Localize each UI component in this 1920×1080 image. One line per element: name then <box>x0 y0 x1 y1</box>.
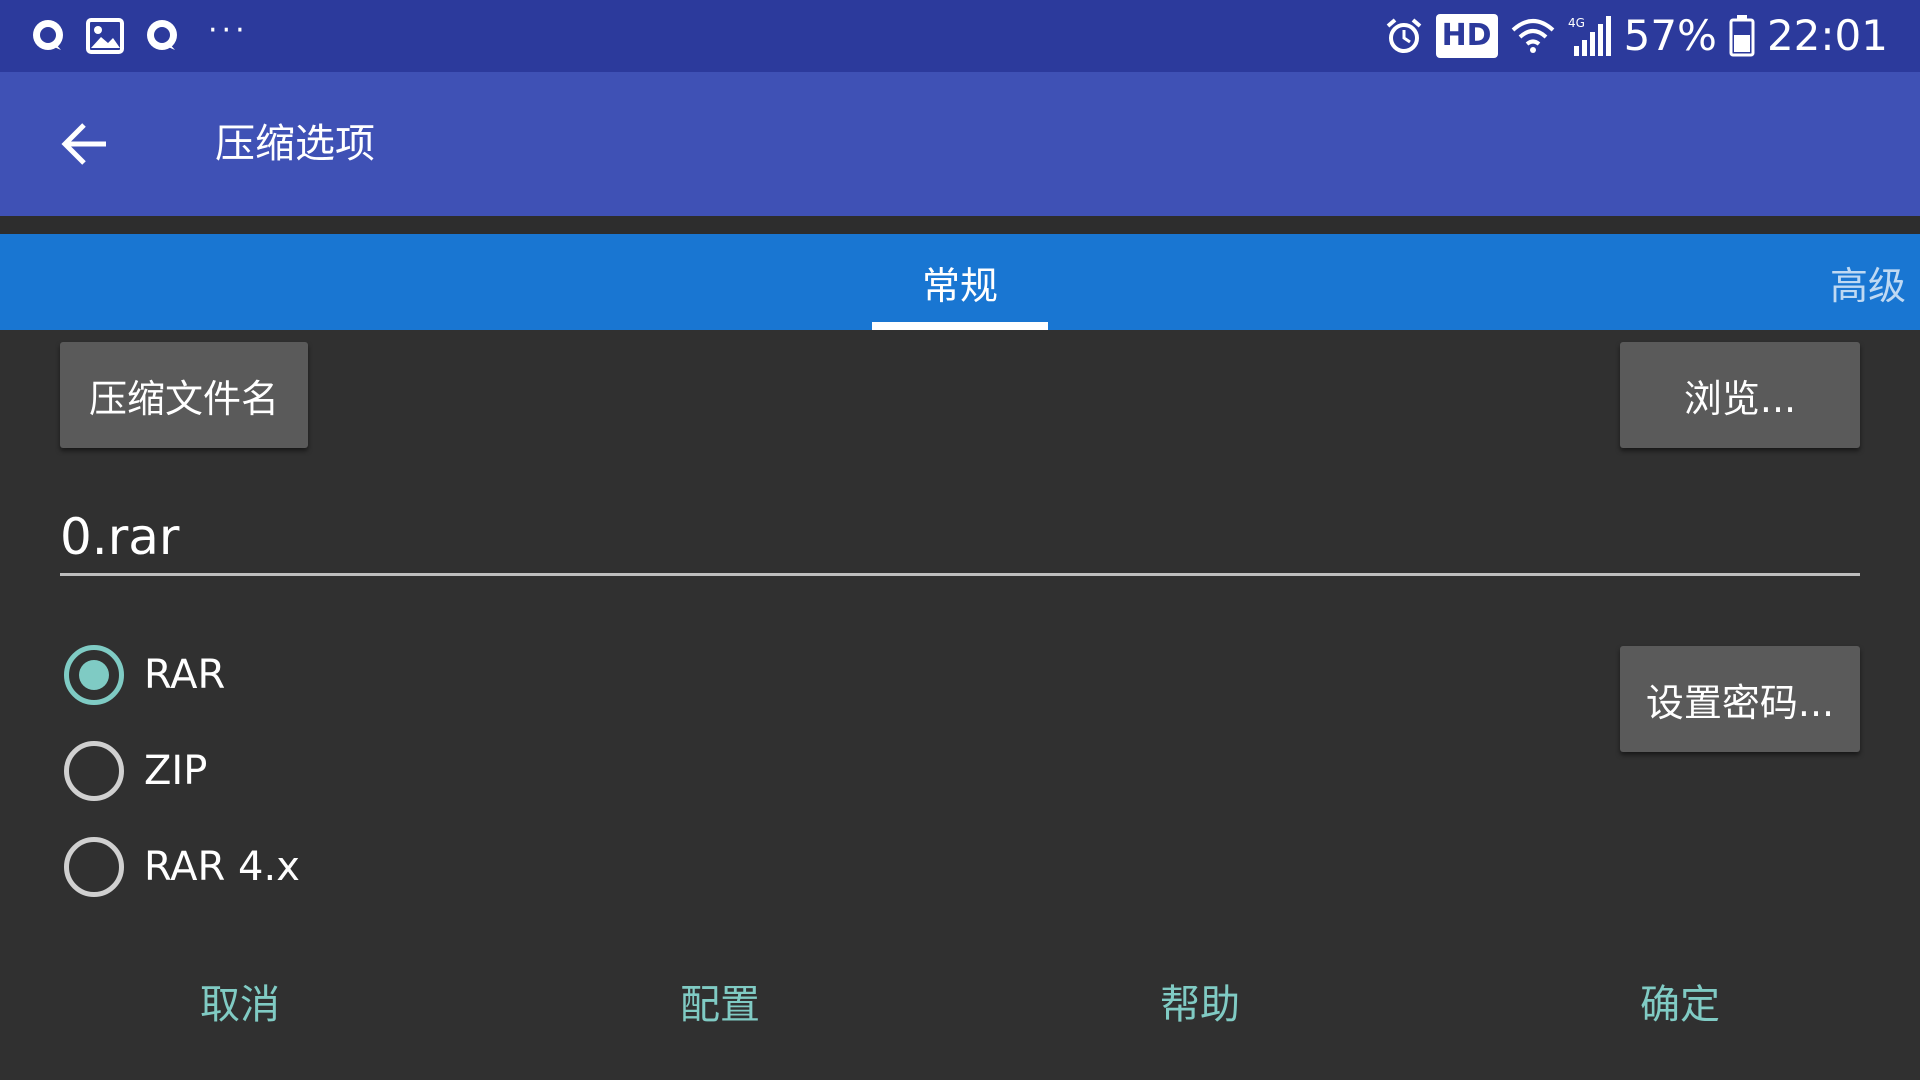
format-option-zip[interactable]: ZIP <box>64 739 207 803</box>
radio-button[interactable] <box>64 741 124 801</box>
app-bar: 压缩选项 <box>0 72 1920 216</box>
hd-voice-badge: HD <box>1435 14 1498 58</box>
more-notifications-icon: ··· <box>208 13 249 48</box>
clock: 22:01 <box>1766 11 1888 60</box>
status-bar: ··· HD 4G 57% 22:01 <box>0 0 1920 72</box>
radio-button[interactable] <box>64 837 124 897</box>
tab-label: 常规 <box>921 263 998 308</box>
cancel-button[interactable]: 取消 <box>120 966 360 1036</box>
alarm-icon <box>1384 16 1424 56</box>
tab-general[interactable]: 常规 <box>872 234 1048 330</box>
tab-label: 高级 <box>1830 263 1907 308</box>
radio-label: RAR <box>144 652 226 698</box>
tab-bar: 常规 高级 <box>0 234 1920 330</box>
arrow-left-icon <box>61 123 106 165</box>
tab-selected-indicator <box>872 322 1048 330</box>
radio-button-checked[interactable] <box>64 645 124 705</box>
tab-advanced[interactable]: 高级 <box>1830 234 1920 330</box>
wifi-icon <box>1510 16 1556 56</box>
format-option-rar[interactable]: RAR <box>64 643 225 707</box>
profiles-button[interactable]: 配置 <box>600 966 840 1036</box>
radio-label: RAR 4.x <box>144 844 300 890</box>
notification-icons: ··· <box>28 12 249 60</box>
format-option-rar4[interactable]: RAR 4.x <box>64 835 300 899</box>
browse-button[interactable]: 浏览... <box>1620 342 1860 448</box>
ok-button[interactable]: 确定 <box>1560 966 1800 1036</box>
battery-icon <box>1729 15 1755 57</box>
system-status: HD 4G 57% 22:01 <box>1384 10 1888 62</box>
help-button[interactable]: 帮助 <box>1080 966 1320 1036</box>
battery-percent: 57% <box>1623 11 1717 60</box>
page-title: 压缩选项 <box>215 121 375 167</box>
archive-name-button[interactable]: 压缩文件名 <box>60 342 308 448</box>
back-button[interactable] <box>50 112 120 176</box>
radio-label: ZIP <box>144 748 208 794</box>
radio-dot <box>79 660 109 690</box>
qq-notification-icon <box>28 16 68 56</box>
set-password-button[interactable]: 设置密码... <box>1620 646 1860 752</box>
divider <box>0 216 1920 234</box>
archive-filename-input[interactable] <box>60 500 1860 576</box>
cellular-signal-icon: 4G <box>1568 14 1612 58</box>
image-notification-icon <box>86 18 124 54</box>
qq-notification-icon <box>142 16 182 56</box>
svg-text:4G: 4G <box>1568 16 1585 30</box>
